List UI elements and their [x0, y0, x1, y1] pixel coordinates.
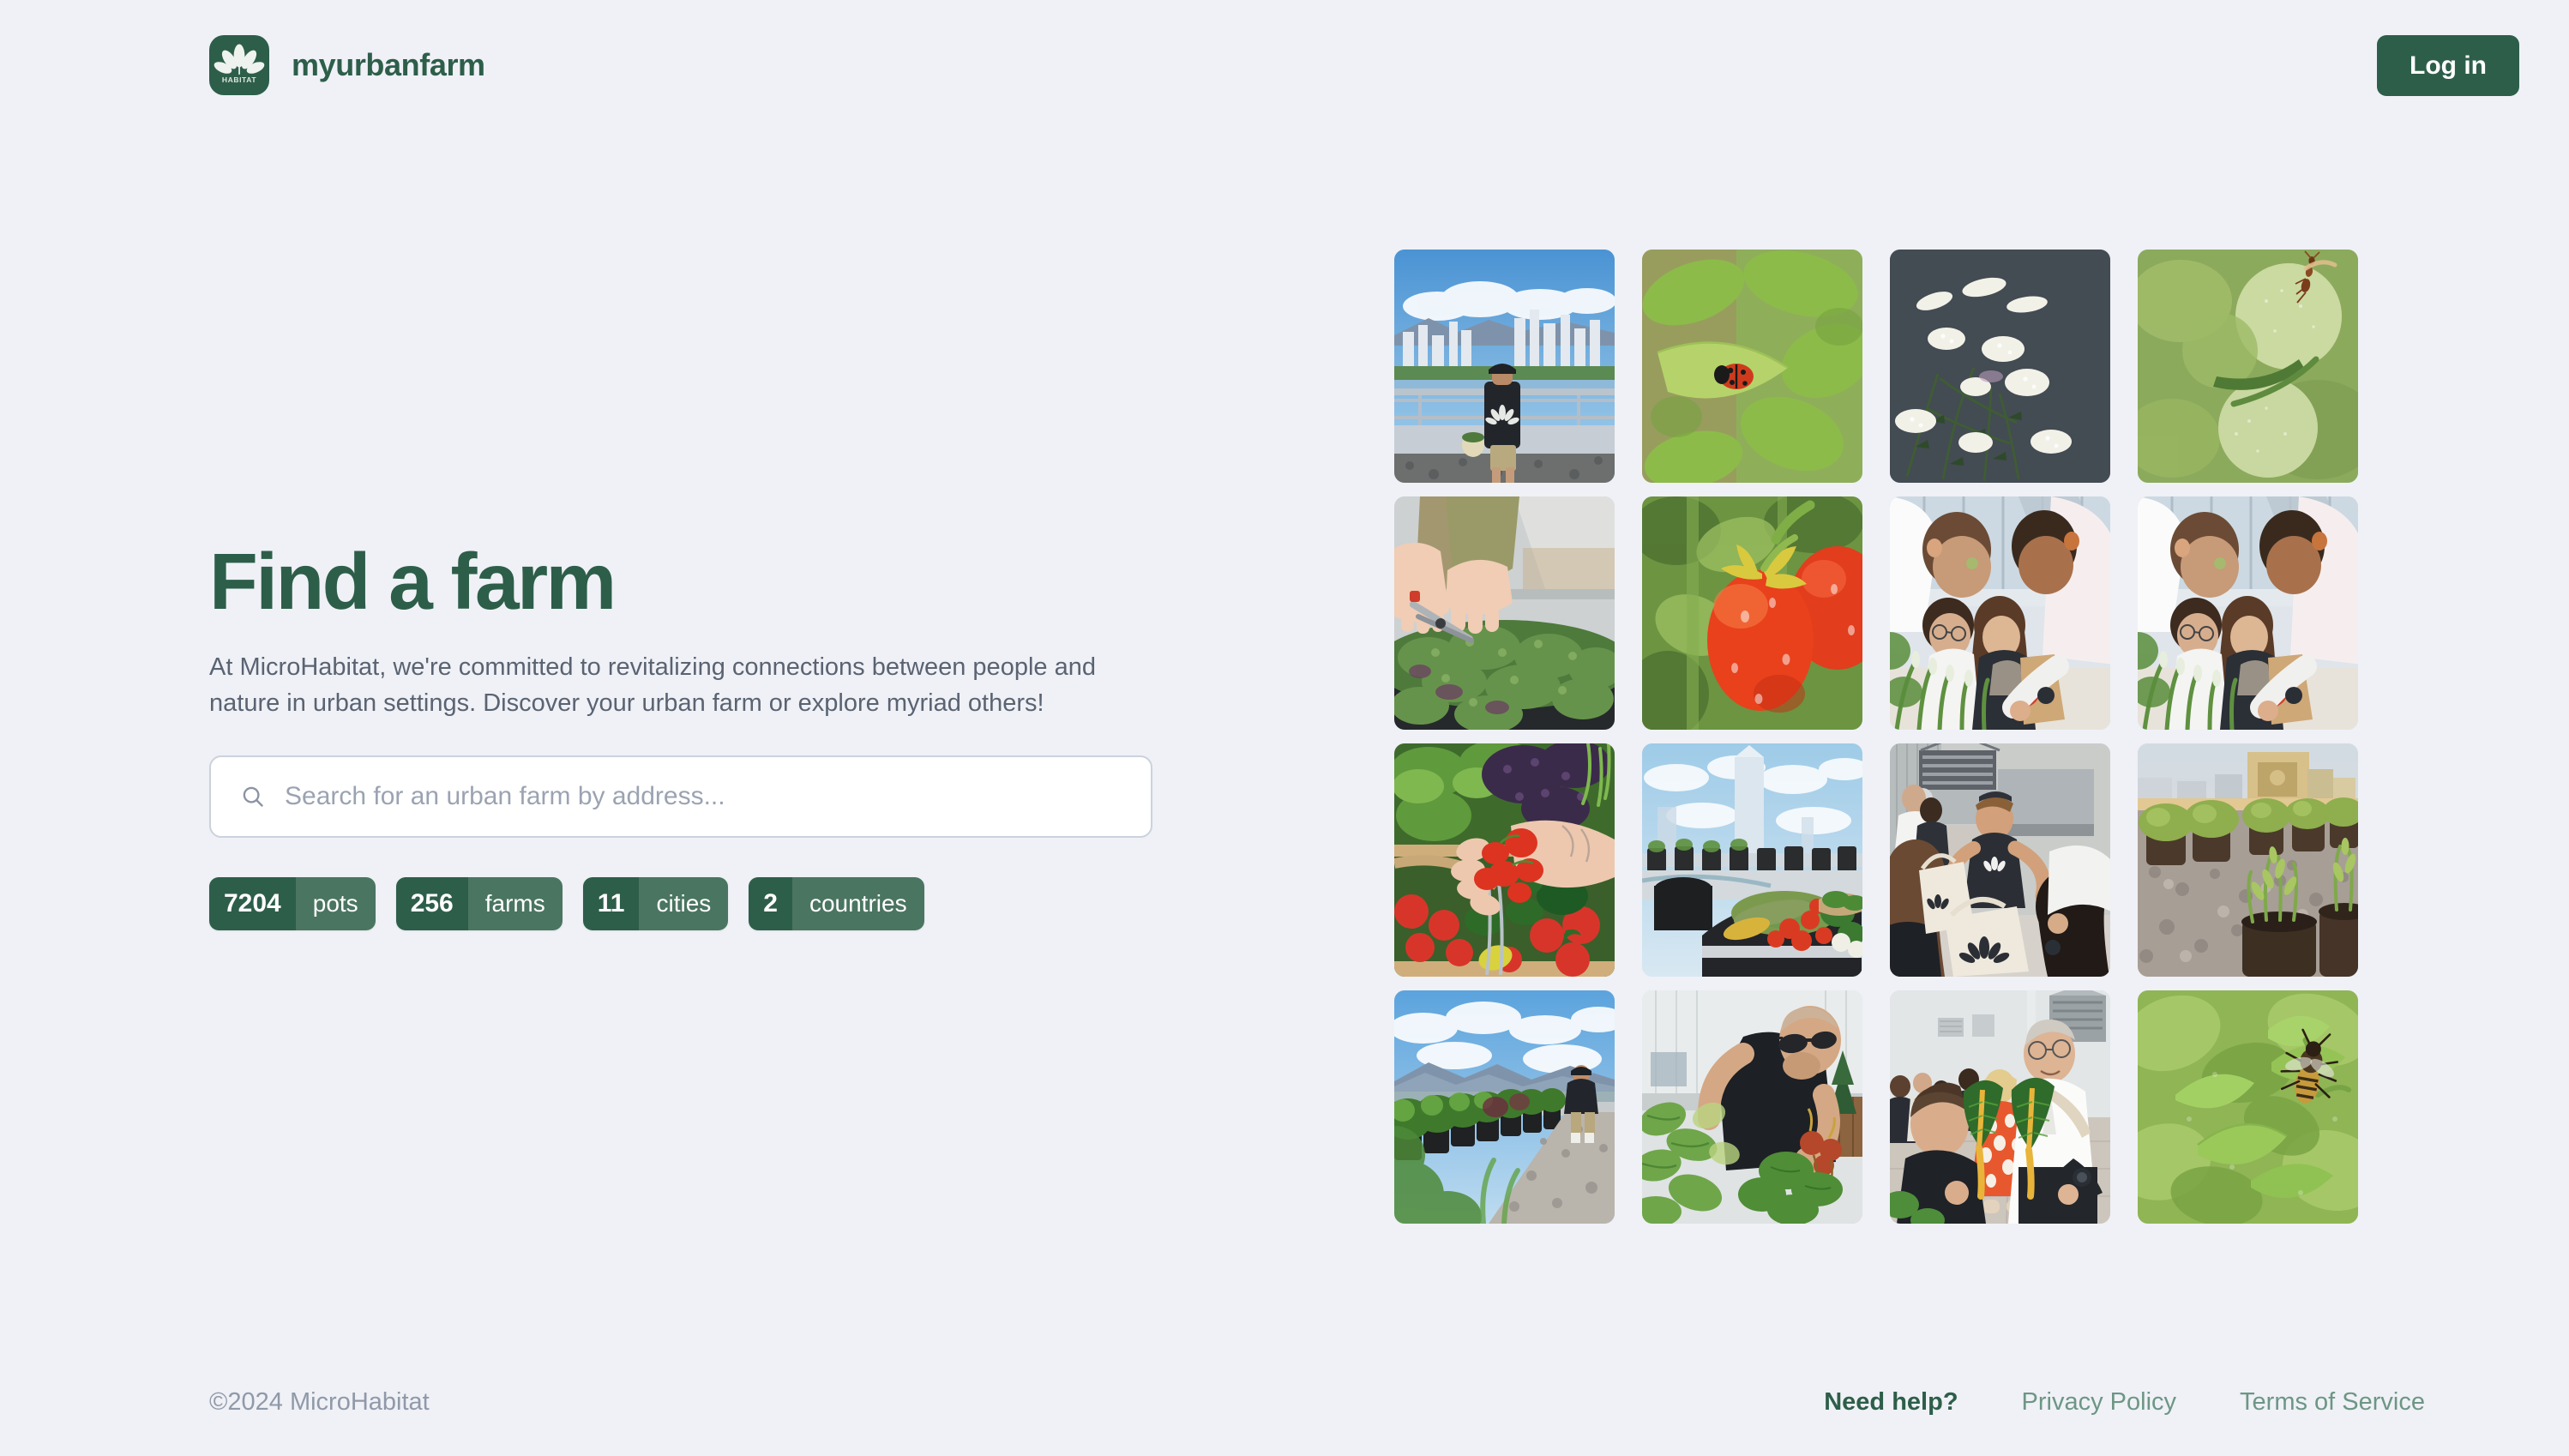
login-button[interactable]: Log in	[2377, 34, 2519, 96]
gallery-tile-yarrow-flowers[interactable]	[1890, 250, 2110, 483]
stat-badge-pots: 7204 pots	[209, 876, 376, 930]
hero-description: At MicroHabitat, we're committed to revi…	[209, 653, 1096, 717]
stat-label: countries	[791, 876, 924, 930]
gallery-tile-swiss-chard-portrait[interactable]	[1890, 990, 2110, 1224]
habitat-leaf-logo-icon: HABITAT	[209, 35, 269, 95]
brand-name: myurbanfarm	[292, 47, 485, 82]
stats-row: 7204 pots 256 farms 11 cities 2 countrie…	[209, 876, 1290, 930]
photo-gallery	[1394, 250, 2358, 1224]
search-bar[interactable]	[209, 755, 1152, 838]
footer-link-terms-of-service[interactable]: Terms of Service	[2240, 1388, 2425, 1417]
brand[interactable]: HABITAT myurbanfarm	[209, 35, 485, 95]
gallery-tile-harvest-basket[interactable]	[1394, 743, 1615, 977]
gallery-tile-man-harvesting-beets[interactable]	[1642, 990, 1862, 1224]
footer-link-privacy-policy[interactable]: Privacy Policy	[2022, 1388, 2177, 1417]
stat-value: 7204	[209, 876, 296, 930]
stat-label: farms	[467, 876, 563, 930]
gallery-tile-group-garden-bed-b[interactable]	[2138, 496, 2358, 730]
hero-section: Find a farm At MicroHabitat, we're commi…	[209, 130, 1290, 930]
gallery-tile-ant-on-green-tomatoes[interactable]	[2138, 250, 2358, 483]
gallery-tile-rooftop-farmer[interactable]	[1394, 250, 1615, 483]
gallery-tile-group-garden-bed-a[interactable]	[1890, 496, 2110, 730]
stat-label: cities	[639, 876, 729, 930]
site-header: HABITAT myurbanfarm Log in	[0, 0, 2569, 130]
gallery-tile-bee-on-leaves[interactable]	[2138, 990, 2358, 1224]
svg-text:HABITAT: HABITAT	[222, 75, 256, 84]
gallery-tile-rooftop-fabric-pots[interactable]	[2138, 743, 2358, 977]
gallery-tile-rooftop-rows-mountains[interactable]	[1394, 990, 1615, 1224]
search-input[interactable]	[285, 781, 1122, 811]
stat-badge-cities: 11 cities	[582, 876, 729, 930]
gallery-tile-ladybug[interactable]	[1642, 250, 1862, 483]
stat-value: 2	[749, 876, 792, 930]
gallery-tile-pruning-herbs[interactable]	[1394, 496, 1615, 730]
stat-badge-farms: 256 farms	[395, 876, 563, 930]
stat-badge-countries: 2 countries	[749, 876, 924, 930]
page-title: Find a farm	[209, 537, 617, 626]
gallery-tile-rooftop-harvest-skyline[interactable]	[1642, 743, 1862, 977]
stat-value: 256	[395, 876, 468, 930]
stat-value: 11	[582, 876, 640, 930]
gallery-tile-tote-bag-exchange[interactable]	[1890, 743, 2110, 977]
copyright: ©2024 MicroHabitat	[209, 1387, 430, 1416]
footer-links: Need help? Privacy Policy Terms of Servi…	[1824, 1388, 2519, 1417]
site-footer: ©2024 MicroHabitat Need help? Privacy Po…	[0, 1348, 2569, 1456]
footer-link-need-help[interactable]: Need help?	[1824, 1388, 1958, 1417]
stat-label: pots	[295, 876, 376, 930]
search-icon	[240, 784, 266, 809]
gallery-tile-red-tomatoes[interactable]	[1642, 496, 1862, 730]
page-root: HABITAT myurbanfarm Log in Find a farm A…	[0, 0, 2569, 1456]
main-content: Find a farm At MicroHabitat, we're commi…	[0, 130, 2569, 1348]
